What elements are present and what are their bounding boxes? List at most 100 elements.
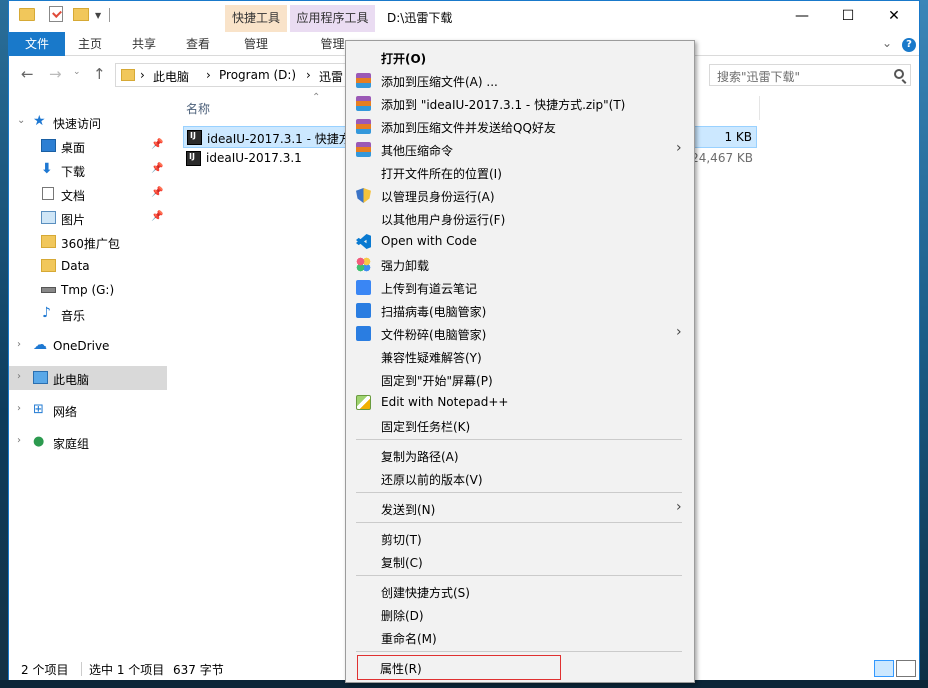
desktop-background-right <box>920 0 928 688</box>
menu-item-run-as-admin[interactable]: 以管理员身份运行(A) <box>348 184 692 207</box>
menu-item-force-uninstall[interactable]: 强力卸载 <box>348 253 692 276</box>
menu-item-open-with-code[interactable]: Open with Code <box>348 230 692 253</box>
minimize-button[interactable]: — <box>779 1 825 31</box>
menu-item-pin-to-start[interactable]: 固定到"开始"屏幕(P) <box>348 368 692 391</box>
nav-item-downloads[interactable]: ⬇ 下载 📌 <box>9 158 167 182</box>
menu-item-cut[interactable]: 剪切(T) <box>348 527 692 550</box>
up-button[interactable]: ↑ <box>93 65 106 83</box>
nav-item-label: 快速访问 <box>53 117 102 131</box>
search-input[interactable]: 搜索"迅雷下载" <box>709 64 911 86</box>
column-divider[interactable] <box>759 96 760 120</box>
customize-quick-access-icon[interactable]: ▼ <box>95 11 101 20</box>
nav-item-this-pc[interactable]: › 此电脑 <box>9 366 167 390</box>
music-icon: ♪ <box>42 305 51 321</box>
chevron-right-icon[interactable]: › <box>17 371 21 382</box>
menu-item-restore-versions[interactable]: 还原以前的版本(V) <box>348 467 692 490</box>
nav-item-label: 网络 <box>53 405 78 419</box>
nav-item-pictures[interactable]: 图片 📌 <box>9 206 167 230</box>
menu-item-other-compress[interactable]: 其他压缩命令 › <box>348 138 692 161</box>
menu-item-open-file-location[interactable]: 打开文件所在的位置(I) <box>348 161 692 184</box>
tab-file[interactable]: 文件 <box>9 32 65 56</box>
menu-item-scan-virus[interactable]: 扫描病毒(电脑管家) <box>348 299 692 322</box>
address-bar[interactable]: › 此电脑 › Program (D:) › 迅雷 <box>115 63 355 87</box>
computer-icon <box>33 371 48 384</box>
help-icon[interactable]: ? <box>902 38 916 52</box>
menu-item-edit-notepadpp[interactable]: Edit with Notepad++ <box>348 391 692 414</box>
menu-separator <box>356 651 682 652</box>
forward-button[interactable]: → <box>49 65 62 83</box>
menu-separator <box>356 439 682 440</box>
nav-item-onedrive[interactable]: › ☁ OneDrive <box>9 334 167 358</box>
breadcrumb-separator[interactable]: › <box>306 68 311 82</box>
winrar-icon <box>356 96 371 111</box>
menu-item-label: 强力卸载 <box>381 259 430 273</box>
nav-item-quick-access[interactable]: ⌄ ★ 快速访问 <box>9 110 167 134</box>
nav-item-tmp-drive[interactable]: Tmp (G:) <box>9 278 167 302</box>
maximize-button[interactable]: ☐ <box>825 1 871 31</box>
file-name: ideaIU-2017.3.1 <box>206 151 302 165</box>
menu-item-run-as-other-user[interactable]: 以其他用户身份运行(F) <box>348 207 692 230</box>
details-view-button[interactable] <box>874 660 894 677</box>
menu-item-delete[interactable]: 删除(D) <box>348 603 692 626</box>
nav-item-music[interactable]: ♪ 音乐 <box>9 302 167 326</box>
tab-home[interactable]: 主页 <box>65 32 115 56</box>
menu-item-open[interactable]: 打开(O) <box>348 46 692 69</box>
nav-item-360-folder[interactable]: 360推广包 <box>9 230 167 254</box>
menu-item-pin-to-taskbar[interactable]: 固定到任务栏(K) <box>348 414 692 437</box>
search-icon[interactable] <box>894 69 904 79</box>
folder-icon[interactable] <box>19 8 35 21</box>
new-folder-icon[interactable] <box>73 8 89 21</box>
menu-item-label: 还原以前的版本(V) <box>381 473 483 487</box>
expand-ribbon-icon[interactable]: ⌄ <box>882 36 892 50</box>
menu-item-label: 扫描病毒(电脑管家) <box>381 305 487 319</box>
search-placeholder: 搜索"迅雷下载" <box>717 70 801 84</box>
pc-manager-icon <box>356 303 371 318</box>
menu-item-add-to-zip[interactable]: 添加到 "ideaIU-2017.3.1 - 快捷方式.zip"(T) <box>348 92 692 115</box>
nav-item-homegroup[interactable]: › ● 家庭组 <box>9 430 167 454</box>
breadcrumb-this-pc[interactable]: 此电脑 <box>153 68 189 85</box>
context-tab-application-tools: 应用程序工具 <box>290 5 375 32</box>
tab-manage-shortcut[interactable]: 管理 <box>227 32 285 56</box>
menu-item-archive-send-qq[interactable]: 添加到压缩文件并发送给QQ好友 <box>348 115 692 138</box>
pin-icon: 📌 <box>151 163 164 174</box>
menu-item-shred-file[interactable]: 文件粉碎(电脑管家) › <box>348 322 692 345</box>
nav-item-desktop[interactable]: 桌面 📌 <box>9 134 167 158</box>
menu-item-label: 文件粉碎(电脑管家) <box>381 328 487 342</box>
chevron-down-icon[interactable]: ⌄ <box>17 115 25 126</box>
nav-item-documents[interactable]: 文档 📌 <box>9 182 167 206</box>
menu-item-copy[interactable]: 复制(C) <box>348 550 692 573</box>
chevron-right-icon[interactable]: › <box>17 339 21 350</box>
column-header-name[interactable]: 名称 <box>186 100 210 117</box>
nav-item-label: 下载 <box>61 165 86 179</box>
menu-item-properties[interactable]: 属性(R) <box>357 655 561 680</box>
chevron-right-icon[interactable]: › <box>17 403 21 414</box>
chevron-right-icon[interactable]: › <box>17 435 21 446</box>
nav-item-label: 家庭组 <box>53 437 90 451</box>
large-icons-view-button[interactable] <box>896 660 916 677</box>
winrar-icon <box>356 119 371 134</box>
breadcrumb-drive-d[interactable]: Program (D:) <box>219 68 296 82</box>
properties-icon[interactable] <box>49 6 63 22</box>
menu-item-label: 复制为路径(A) <box>381 450 459 464</box>
menu-item-label: 删除(D) <box>381 609 424 623</box>
menu-item-add-to-archive[interactable]: 添加到压缩文件(A) ... <box>348 69 692 92</box>
tab-share[interactable]: 共享 <box>119 32 169 56</box>
menu-item-send-to[interactable]: 发送到(N) › <box>348 497 692 520</box>
menu-item-label: 打开(O) <box>381 52 427 66</box>
nav-item-network[interactable]: › ⊞ 网络 <box>9 398 167 422</box>
menu-item-copy-as-path[interactable]: 复制为路径(A) <box>348 444 692 467</box>
menu-separator <box>356 492 682 493</box>
back-button[interactable]: ← <box>21 65 34 83</box>
menu-item-rename[interactable]: 重命名(M) <box>348 626 692 649</box>
menu-item-upload-youdao[interactable]: 上传到有道云笔记 <box>348 276 692 299</box>
tab-view[interactable]: 查看 <box>173 32 223 56</box>
nav-item-data[interactable]: Data <box>9 254 167 278</box>
breadcrumb-xunlei[interactable]: 迅雷 <box>319 68 343 85</box>
menu-item-troubleshoot-compat[interactable]: 兼容性疑难解答(Y) <box>348 345 692 368</box>
close-button[interactable]: ✕ <box>871 1 917 31</box>
breadcrumb-separator[interactable]: › <box>140 68 145 82</box>
recent-locations-icon[interactable]: ⌄ <box>73 67 81 77</box>
nav-item-label: 图片 <box>61 213 86 227</box>
menu-item-create-shortcut[interactable]: 创建快捷方式(S) <box>348 580 692 603</box>
breadcrumb-separator[interactable]: › <box>206 68 211 82</box>
